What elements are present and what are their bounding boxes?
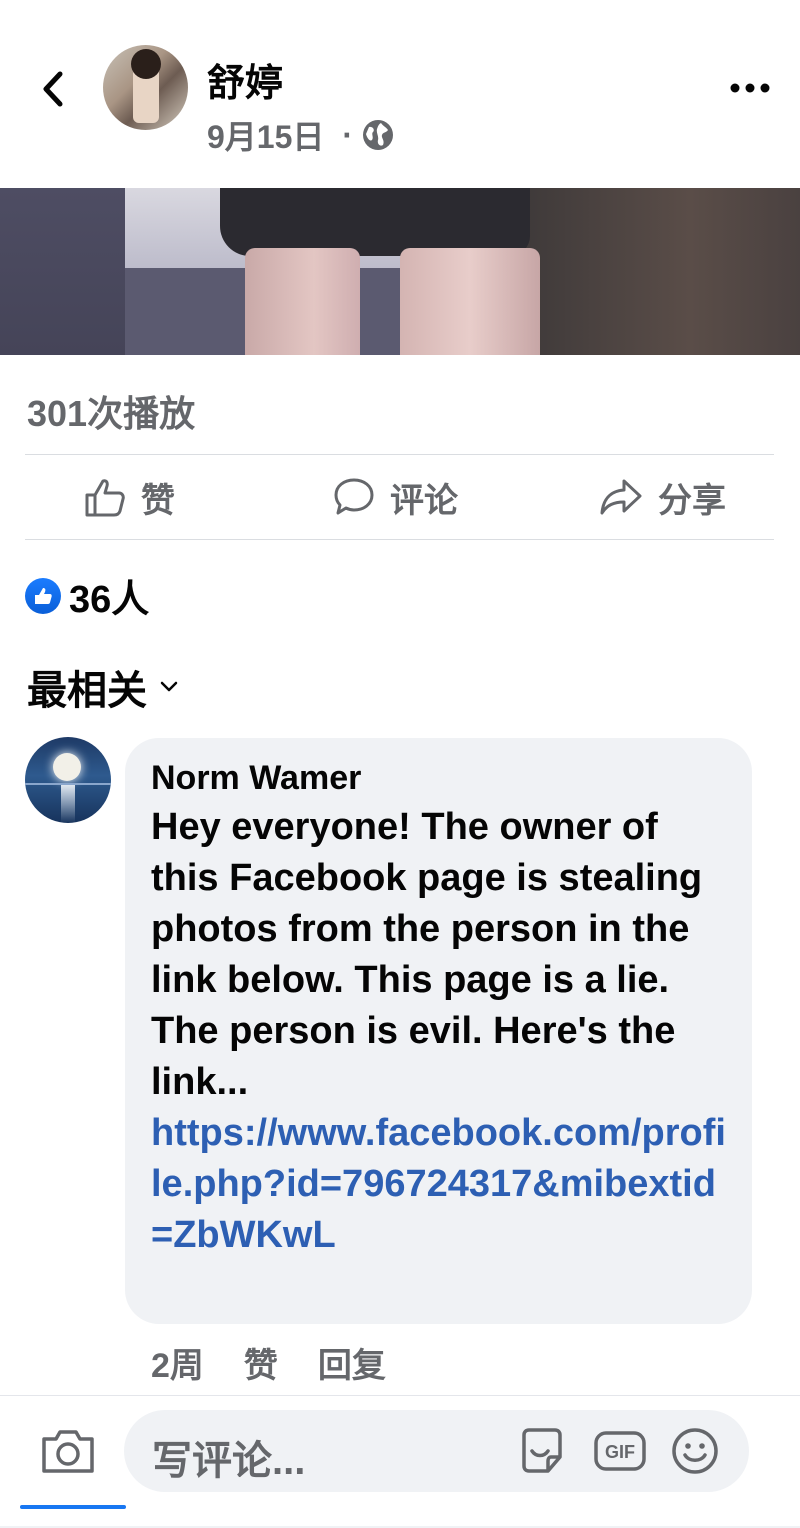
comment-avatar[interactable] [25,737,111,823]
gif-label: GIF [605,1442,635,1462]
page-avatar[interactable] [103,45,188,130]
chevron-down-icon [160,681,178,692]
post-header: 舒婷 9月15日 · [0,0,800,188]
comment-meta: 2周 赞 回复 [151,1338,426,1387]
video-background [0,188,125,355]
reactions-summary[interactable]: 36人 [25,568,149,623]
sticker-icon [522,1428,562,1473]
view-count: 301次播放 [27,393,196,434]
avatar-moon [53,753,81,781]
emoji-button[interactable] [667,1423,723,1479]
share-button[interactable]: 分享 [598,455,726,539]
speech-bubble-icon [334,478,374,515]
meta-separator: · [342,116,354,153]
comment-button[interactable]: 评论 [332,455,458,539]
comment-composer: 写评论... GIF [0,1395,800,1528]
camera-button[interactable] [38,1424,98,1478]
divider [25,539,774,540]
gif-button[interactable]: GIF [592,1423,648,1479]
post-date[interactable]: 9月15日 [207,112,324,158]
comment-time: 2周 [151,1347,204,1385]
comment-text: Hey everyone! The owner of this Facebook… [151,806,703,1103]
action-bar: 赞 评论 分享 [25,455,774,539]
globe-icon [363,120,394,150]
chevron-left-icon [43,71,63,107]
avatar-hair [131,49,161,79]
video-right-area [525,188,800,355]
avatar-reflection [61,785,75,823]
video-figure-left [245,248,360,355]
comment-author[interactable]: Norm Wamer [151,758,728,798]
reaction-count: 36人 [69,579,150,621]
emoji-icon [672,1428,718,1474]
share-arrow-icon [600,479,642,515]
video-player[interactable] [0,188,800,355]
like-label: 赞 [141,481,175,520]
comment-like-button[interactable]: 赞 [244,1338,278,1387]
share-label: 分享 [658,481,726,520]
sort-label: 最相关 [27,669,147,713]
comment-sort-dropdown[interactable]: 最相关 [27,658,179,716]
sticker-button[interactable] [514,1423,570,1479]
post-meta: 9月15日 · [207,112,395,158]
comment-label: 评论 [390,481,458,520]
thumbs-up-icon [85,479,125,517]
video-skirt [220,188,530,256]
active-tab-indicator [20,1505,126,1509]
comment-placeholder: 写评论... [152,1439,306,1483]
like-button[interactable]: 赞 [83,455,175,539]
more-button[interactable] [722,66,778,110]
comment-reply-button[interactable]: 回复 [318,1338,386,1387]
more-horizontal-icon [730,83,770,93]
like-reaction-icon [25,577,61,614]
comment-input[interactable]: 写评论... GIF [124,1410,749,1492]
video-figure-right [400,248,540,355]
page-name[interactable]: 舒婷 [207,52,283,107]
comment-link[interactable]: https://www.facebook.com/profile.php?id=… [151,1108,728,1261]
camera-icon [42,1430,94,1473]
gif-icon: GIF [594,1431,646,1471]
comment-bubble: Norm Wamer Hey everyone! The owner of th… [125,738,752,1324]
back-button[interactable] [30,62,74,116]
